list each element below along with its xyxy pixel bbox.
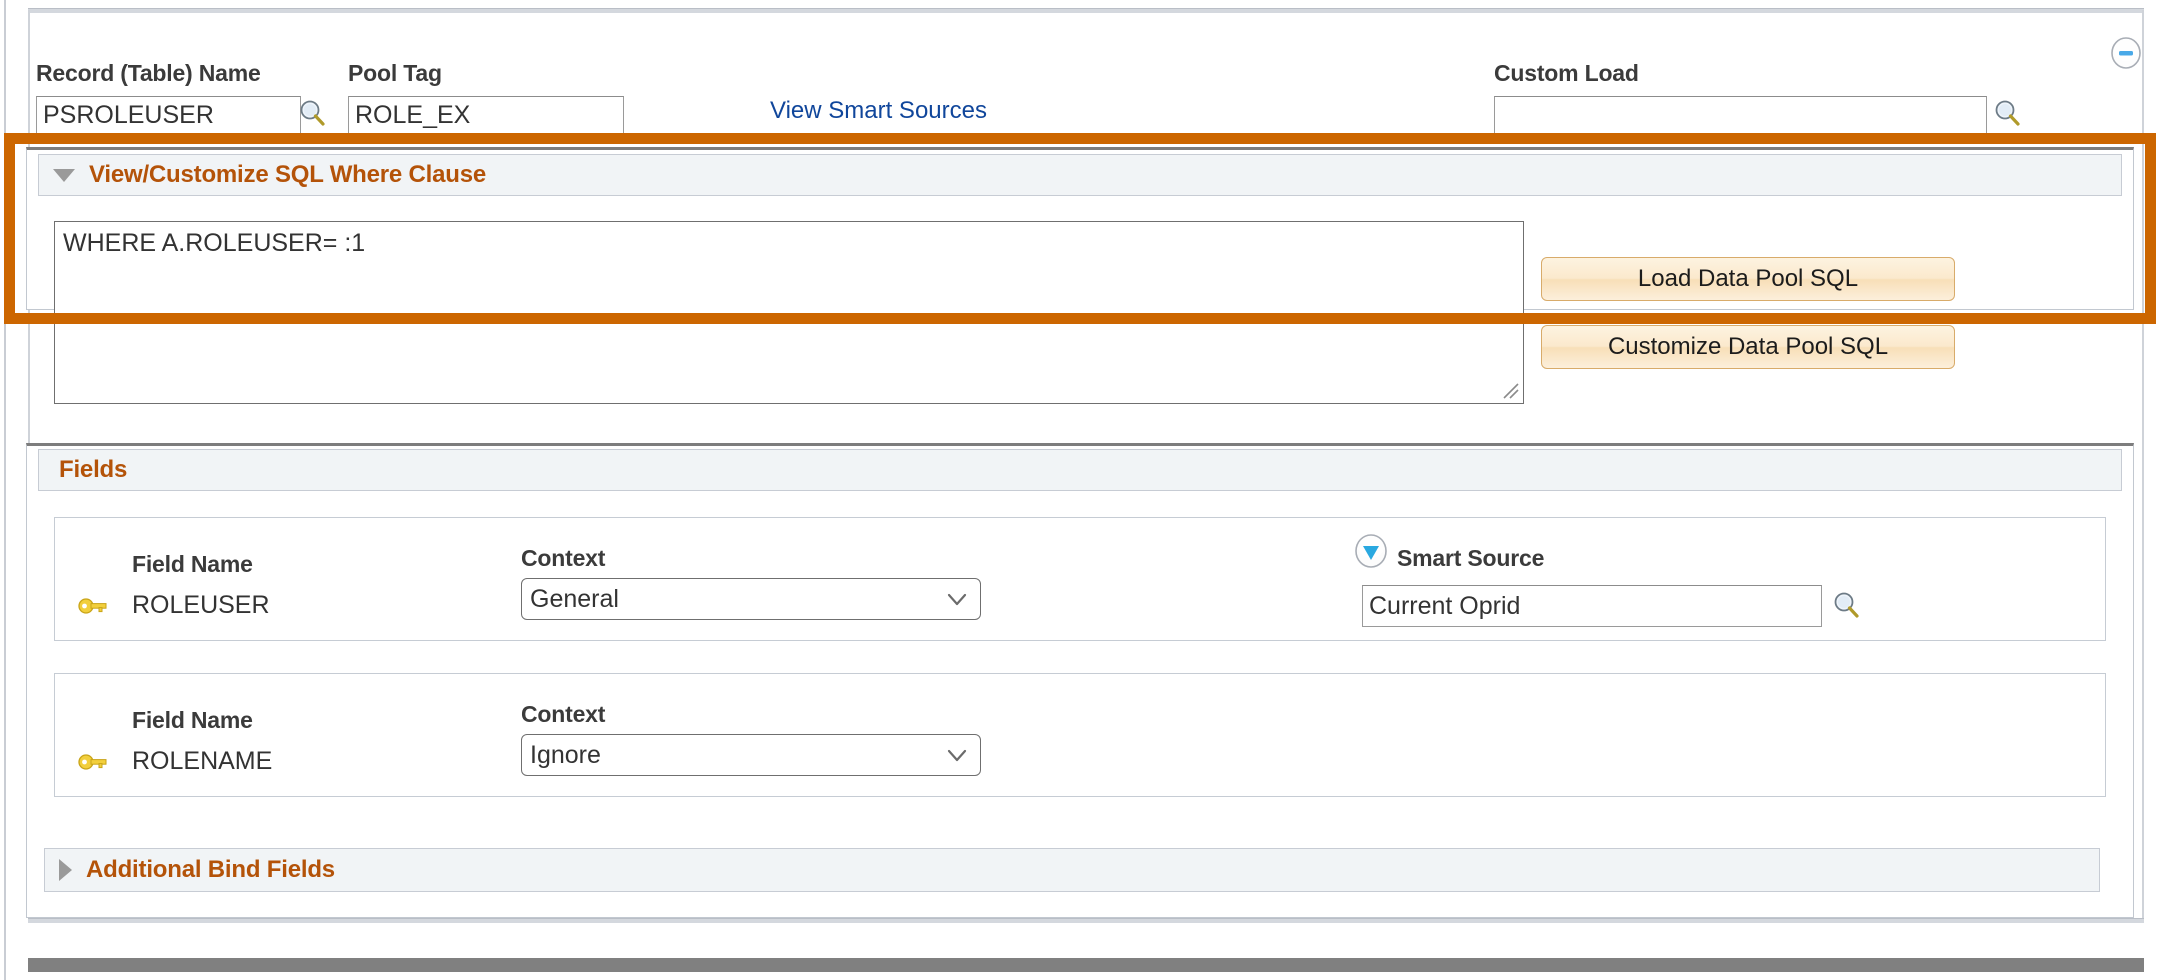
- context-select[interactable]: General: [521, 578, 981, 620]
- pool-tag-label: Pool Tag: [348, 60, 442, 86]
- content-frame-bottom-border: [28, 918, 2144, 923]
- custom-load-input[interactable]: [1494, 96, 1987, 134]
- field-name-value: ROLENAME: [132, 747, 273, 775]
- smart-source-lookup-icon[interactable]: [1832, 590, 1862, 620]
- context-select[interactable]: Ignore: [521, 734, 981, 776]
- page-bottom-bar: [28, 958, 2144, 972]
- additional-bind-fields-section-header[interactable]: Additional Bind Fields: [44, 848, 2100, 892]
- record-table-name-label: Record (Table) Name: [36, 60, 261, 86]
- header-fields-area: Record (Table) Name Pool Tag View Smart …: [0, 0, 2172, 135]
- fields-section-title: Fields: [59, 456, 128, 483]
- field-name-label: Field Name: [132, 551, 253, 577]
- customize-data-pool-sql-button[interactable]: Customize Data Pool SQL: [1541, 325, 1955, 369]
- collapse-section-icon[interactable]: [2109, 36, 2143, 70]
- additional-bind-fields-section-title: Additional Bind Fields: [86, 856, 335, 883]
- sql-section-highlight-annotation: [4, 133, 2156, 324]
- custom-load-lookup-icon[interactable]: [1993, 98, 2023, 128]
- field-row: [54, 673, 2106, 797]
- context-label: Context: [521, 545, 606, 571]
- pool-tag-input[interactable]: [348, 96, 624, 134]
- page-root: Record (Table) Name Pool Tag View Smart …: [0, 0, 2172, 980]
- field-name-label: Field Name: [132, 707, 253, 733]
- field-name-value: ROLEUSER: [132, 591, 270, 619]
- key-icon: [78, 754, 107, 770]
- fields-section-header[interactable]: Fields: [38, 449, 2122, 491]
- key-icon: [78, 598, 107, 614]
- view-smart-sources-link[interactable]: View Smart Sources: [770, 97, 987, 125]
- context-label: Context: [521, 701, 606, 727]
- smart-source-input[interactable]: [1362, 585, 1822, 627]
- custom-load-label: Custom Load: [1494, 60, 1639, 86]
- smart-source-label: Smart Source: [1397, 545, 1545, 571]
- smart-source-dropdown-icon[interactable]: [1353, 533, 1389, 569]
- chevron-right-icon[interactable]: [59, 859, 72, 881]
- record-table-name-input[interactable]: [36, 96, 301, 134]
- record-table-name-lookup-icon[interactable]: [298, 98, 328, 128]
